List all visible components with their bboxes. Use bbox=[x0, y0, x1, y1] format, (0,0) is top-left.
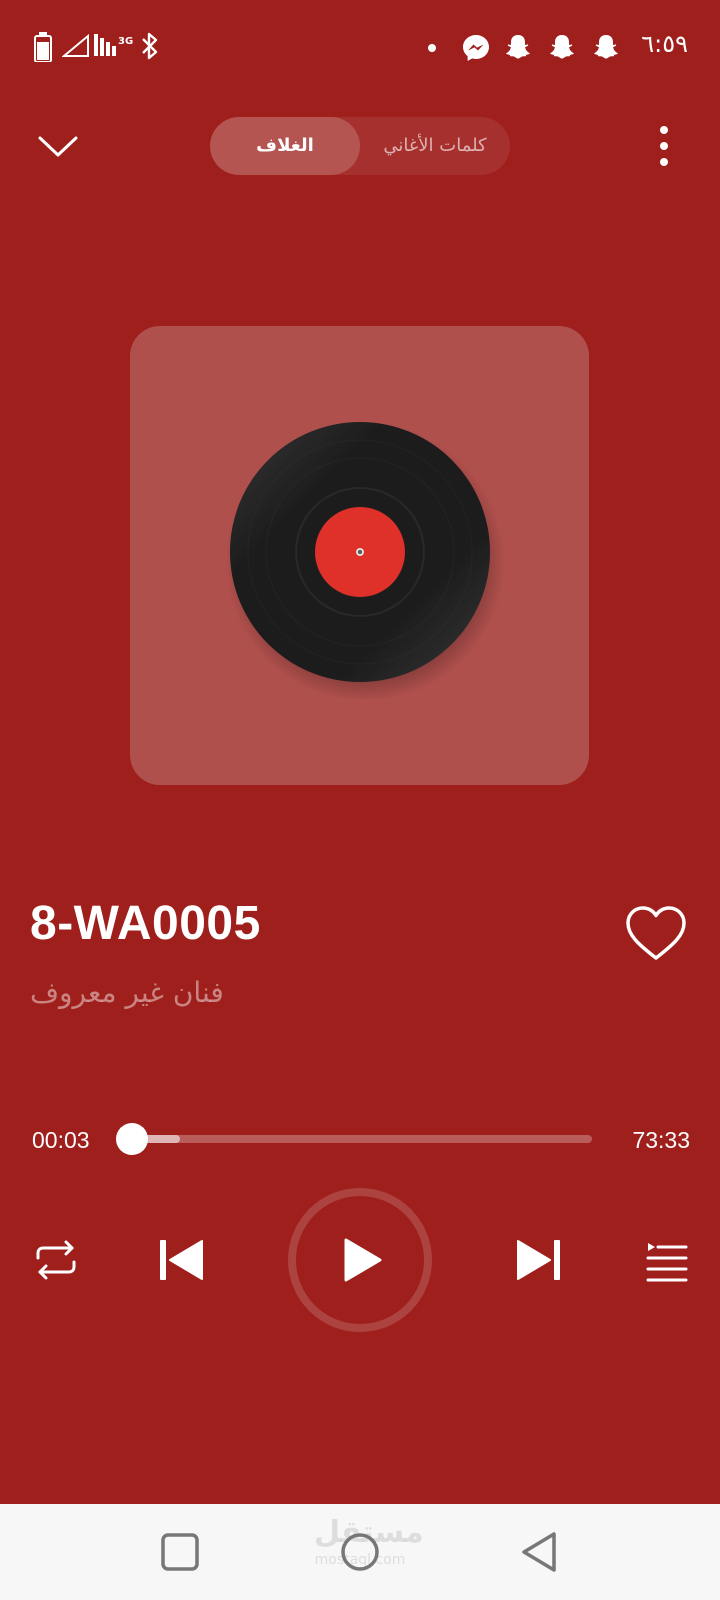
tab-cover[interactable]: الغلاف bbox=[210, 117, 360, 175]
previous-icon[interactable] bbox=[154, 1232, 210, 1288]
repeat-icon[interactable] bbox=[30, 1234, 82, 1286]
track-artist: فنان غير معروف bbox=[30, 976, 224, 1009]
next-icon[interactable] bbox=[510, 1232, 566, 1288]
back-triangle-icon[interactable] bbox=[516, 1528, 564, 1576]
seek-bar[interactable] bbox=[116, 1123, 592, 1155]
battery-icon bbox=[34, 32, 52, 62]
track-title: 8-WA0005 bbox=[30, 897, 261, 950]
home-circle-icon[interactable] bbox=[336, 1528, 384, 1576]
dot-icon bbox=[428, 44, 436, 52]
signal-bars-icon bbox=[94, 34, 116, 56]
play-icon bbox=[344, 1238, 382, 1282]
signal-icon bbox=[62, 33, 89, 57]
snapchat-icon bbox=[550, 35, 574, 59]
snapchat-icon bbox=[506, 35, 530, 59]
recents-square-icon[interactable] bbox=[156, 1528, 204, 1576]
network-type-label: 3G bbox=[118, 36, 134, 47]
status-bar: 3G ٦:٥٩ bbox=[0, 0, 720, 96]
collapse-chevron-icon[interactable] bbox=[30, 118, 86, 174]
vinyl-record-icon bbox=[225, 422, 505, 700]
messenger-icon bbox=[463, 35, 489, 61]
snapchat-icon bbox=[594, 35, 618, 59]
elapsed-time: 00:03 bbox=[32, 1127, 90, 1153]
album-artwork bbox=[130, 326, 589, 785]
tab-lyrics[interactable]: كلمات الأغاني bbox=[360, 117, 510, 175]
total-time: 73:33 bbox=[632, 1127, 690, 1153]
queue-icon[interactable] bbox=[640, 1234, 692, 1286]
heart-icon[interactable] bbox=[624, 904, 688, 964]
play-button[interactable] bbox=[288, 1188, 432, 1332]
system-nav-bar: مستقل mostaql.com bbox=[0, 1504, 720, 1600]
bluetooth-icon bbox=[142, 32, 158, 60]
seek-thumb[interactable] bbox=[116, 1123, 149, 1155]
status-time: ٦:٥٩ bbox=[641, 30, 688, 58]
more-options-icon[interactable] bbox=[636, 118, 692, 174]
view-tabs: الغلاف كلمات الأغاني bbox=[210, 117, 510, 175]
